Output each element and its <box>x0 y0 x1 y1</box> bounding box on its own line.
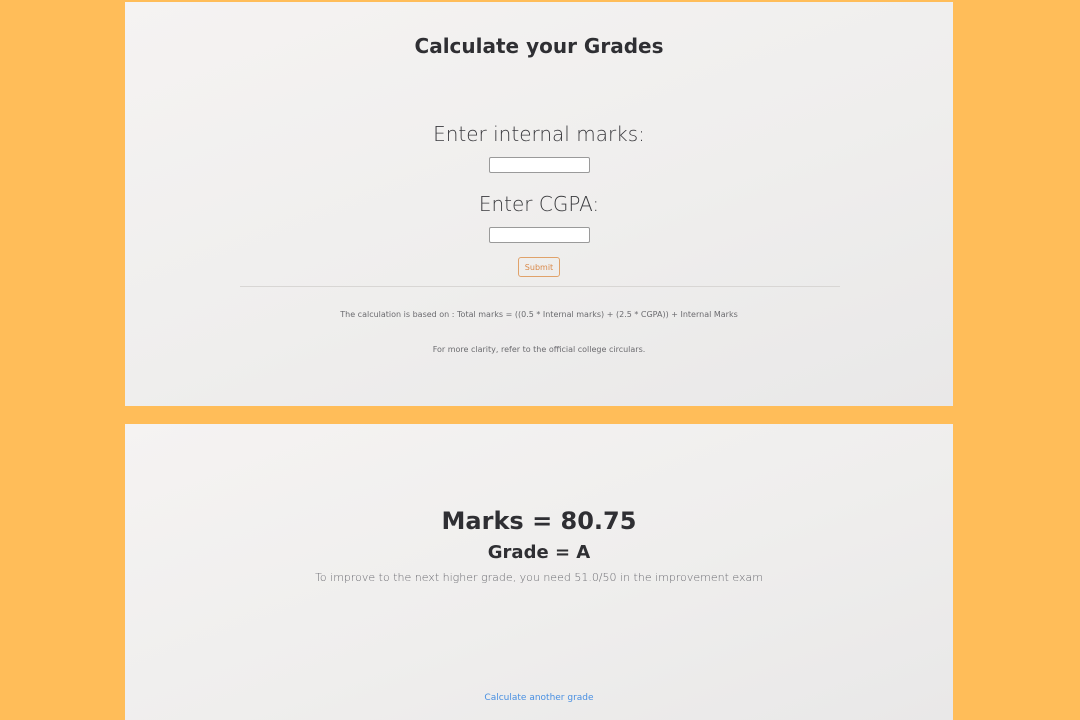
internal-marks-input[interactable] <box>489 157 590 173</box>
grade-result: Grade = A <box>487 542 591 563</box>
internal-marks-label: Enter internal marks: <box>433 122 645 146</box>
marks-result: Marks = 80.75 <box>441 507 637 535</box>
grade-form-panel: Calculate your Grades Enter internal mar… <box>125 2 953 406</box>
improvement-hint: To improve to the next higher grade, you… <box>315 571 763 584</box>
divider <box>240 286 840 287</box>
clarity-note: For more clarity, refer to the official … <box>432 345 646 354</box>
calculate-another-grade-link[interactable]: Calculate another grade <box>125 693 953 703</box>
stage: Calculate your Grades Enter internal mar… <box>0 0 1080 720</box>
submit-button[interactable]: Submit <box>518 257 560 277</box>
cgpa-label: Enter CGPA: <box>478 192 600 216</box>
formula-note: The calculation is based on : Total mark… <box>340 310 738 319</box>
result-panel: Marks = 80.75 Grade = A To improve to th… <box>125 424 953 720</box>
page-title: Calculate your Grades <box>414 34 664 58</box>
cgpa-input[interactable] <box>489 227 590 243</box>
